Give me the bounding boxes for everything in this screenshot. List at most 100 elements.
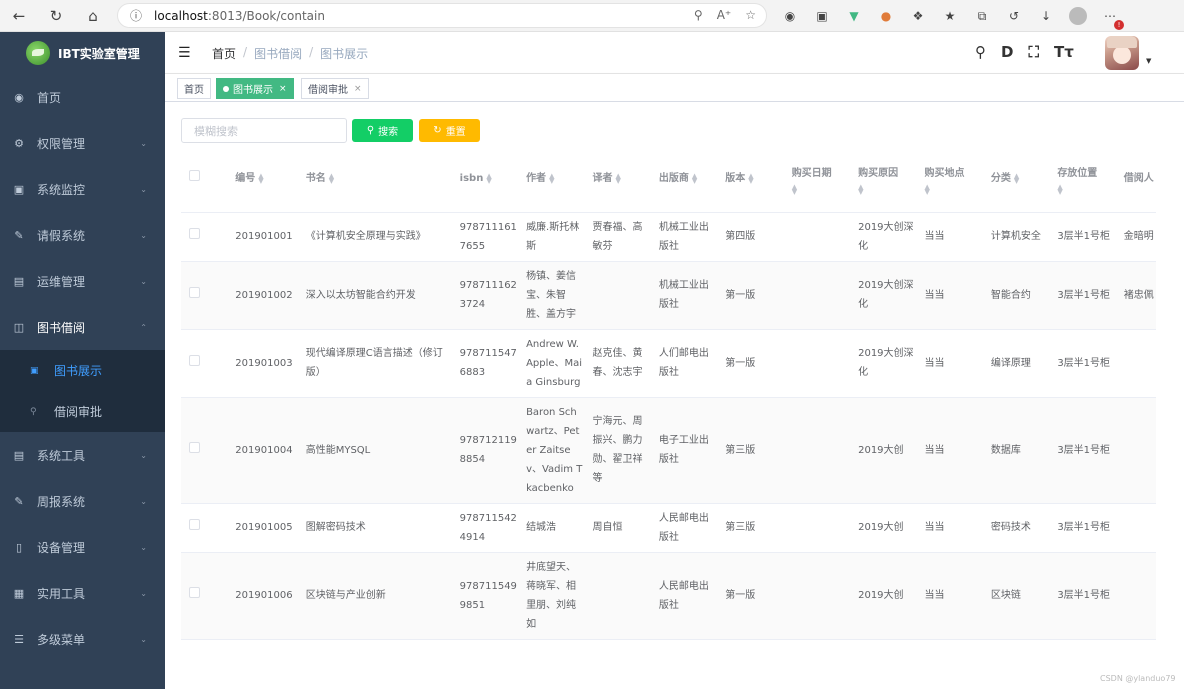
table-row[interactable]: 201901004 高性能MYSQL 9787121198854 Baron Schw… — [181, 397, 1156, 504]
sidebar-item-monitor[interactable]: ▣ 系统监控 ⌄ — [0, 166, 165, 212]
column-header[interactable]: 分类 ▲ ▼ — [984, 146, 1052, 213]
fullscreen-icon[interactable]: ⛶ — [1028, 43, 1039, 61]
lock-icon: ⚲ — [30, 406, 37, 417]
collections-icon[interactable]: ⧉ — [972, 6, 992, 26]
extension-icon[interactable]: ▣ — [812, 6, 832, 26]
extension-icon[interactable]: ● — [876, 6, 896, 26]
address-bar[interactable]: ⓘ localhost:8013/Book/contain ⚲ A⁺ ☆ — [117, 3, 767, 28]
user-avatar[interactable] — [1105, 36, 1139, 70]
extension-icon[interactable]: ◉ — [780, 6, 800, 26]
tag-borrow-approval[interactable]: 借阅审批 × — [301, 78, 369, 99]
table-cell: 201901006 — [229, 552, 300, 640]
sidebar-item-multilevel[interactable]: ☰ 多级菜单 ⌄ — [0, 616, 165, 662]
breadcrumb: 首页 / 图书借阅 / 图书展示 — [212, 45, 368, 62]
doc-icon[interactable]: D — [1001, 43, 1013, 61]
table-row[interactable]: 201901003 现代编译原理C语言描述（修订版） 9787115476883 An… — [181, 329, 1156, 398]
font-size-icon[interactable]: Tτ — [1054, 43, 1074, 61]
dashboard-icon: ◉ — [14, 90, 24, 104]
info-icon[interactable]: ⓘ — [130, 7, 142, 24]
download-icon[interactable]: ↓ — [1036, 6, 1056, 26]
sidebar-item-leave[interactable]: ✎ 请假系统 ⌄ — [0, 212, 165, 258]
table-cell: 机械工业出版社 — [652, 261, 720, 330]
history-icon[interactable]: ↺ — [1004, 6, 1024, 26]
more-icon[interactable]: ⋯! — [1100, 6, 1124, 30]
reset-button[interactable]: ↻ 重置 — [419, 119, 480, 142]
back-icon[interactable]: ← — [4, 1, 34, 31]
breadcrumb-separator: / — [243, 45, 248, 59]
search-button[interactable]: ⚲ 搜索 — [352, 119, 413, 142]
caret-down-icon[interactable]: ▼ — [1146, 57, 1151, 65]
app-logo[interactable]: IBT实验室管理 — [0, 32, 165, 74]
close-icon[interactable]: × — [354, 84, 362, 94]
server-icon: ▤ — [13, 274, 25, 288]
sidebar-item-label: 多级菜单 — [37, 632, 86, 647]
sidebar-item-tools[interactable]: ▤ 系统工具 ⌄ — [0, 432, 165, 478]
row-checkbox[interactable] — [181, 552, 230, 640]
column-header[interactable]: 译者 ▲ ▼ — [586, 146, 653, 213]
column-header[interactable]: 版本 ▲ ▼ — [719, 146, 786, 213]
vue-devtools-icon[interactable]: ▼ — [844, 6, 864, 26]
sidebar-item-borrow-approval[interactable]: ⚲ 借阅审批 — [0, 391, 165, 432]
column-header[interactable]: 编号 ▲ ▼ — [229, 146, 300, 213]
sidebar-item-books[interactable]: ◫ 图书借阅 ⌃ — [0, 304, 165, 350]
sidebar-item-weekly[interactable]: ✎ 周报系统 ⌄ — [0, 478, 165, 524]
read-aloud-icon[interactable]: A⁺ — [717, 8, 732, 22]
home-icon[interactable]: ⌂ — [78, 1, 108, 31]
profile-icon[interactable] — [1068, 6, 1088, 26]
chevron-down-icon: ⌄ — [140, 634, 147, 644]
column-header[interactable]: 存放位置 ▲ ▼ — [1051, 146, 1118, 213]
table-cell: 3层半1号柜 — [1051, 261, 1118, 330]
edit-icon: ✎ — [14, 494, 24, 508]
table-row[interactable]: 201901006 区块链与产业创新 9787115499851 井底望天、蒋晓军、相… — [181, 552, 1156, 640]
sidebar-item-label: 运维管理 — [37, 274, 86, 289]
column-header[interactable]: 出版商 ▲ ▼ — [652, 146, 720, 213]
tag-book-display[interactable]: 图书展示 × — [216, 78, 294, 99]
column-header[interactable]: 购买地点 ▲ ▼ — [918, 146, 985, 213]
table-row[interactable]: 201901005 图解密码技术 9787115424914 结城浩 周自恒 人民邮电出版… — [181, 503, 1156, 553]
column-header[interactable]: 购买原因 ▲ ▼ — [852, 146, 919, 213]
table-cell: 201901001 — [229, 212, 300, 262]
table-row[interactable]: 201901001 《计算机安全原理与实践》 9787111617655 威廉.斯托林… — [181, 212, 1156, 262]
search-input[interactable]: 模糊搜索 — [181, 118, 347, 143]
leaf-logo-icon — [26, 41, 50, 65]
active-dot-icon — [223, 85, 229, 92]
sidebar-item-permissions[interactable]: ⚙ 权限管理 ⌄ — [0, 120, 165, 166]
select-all-checkbox[interactable] — [181, 146, 230, 213]
sidebar-item-home[interactable]: ◉ 首页 — [0, 74, 165, 120]
row-checkbox[interactable] — [181, 212, 230, 262]
table-row[interactable]: 201901002 深入以太坊智能合约开发 9787111623724 杨镇、姜信宝、… — [181, 261, 1156, 330]
table-cell: 2019大创 — [852, 552, 919, 640]
refresh-icon[interactable]: ↻ — [41, 1, 71, 31]
sidebar-item-devices[interactable]: ▯ 设备管理 ⌄ — [0, 524, 165, 570]
table-cell: 201901004 — [229, 397, 300, 504]
sidebar-item-utilities[interactable]: ▦ 实用工具 ⌄ — [0, 570, 165, 616]
sidebar-item-ops[interactable]: ▤ 运维管理 ⌄ — [0, 258, 165, 304]
row-checkbox[interactable] — [181, 261, 230, 330]
tag-home[interactable]: 首页 — [177, 78, 211, 99]
column-header[interactable]: 购买日期 ▲ ▼ — [785, 146, 853, 213]
sidebar-item-book-display[interactable]: ▣ 图书展示 — [0, 350, 165, 391]
column-header[interactable]: 书名 ▲ ▼ — [299, 146, 454, 213]
sidebar-item-label: 设备管理 — [37, 540, 86, 555]
table-cell — [1117, 397, 1156, 504]
search-icon[interactable]: ⚲ — [975, 43, 986, 61]
key-icon[interactable]: ⚲ — [694, 8, 703, 22]
row-checkbox[interactable] — [181, 503, 230, 553]
favorites-icon[interactable]: ★ — [940, 6, 960, 26]
puzzle-icon[interactable]: ❖ — [908, 6, 928, 26]
chevron-down-icon: ⌄ — [140, 184, 147, 194]
tag-label: 借阅审批 — [308, 85, 348, 96]
row-checkbox[interactable] — [181, 329, 230, 398]
sort-icon: ▲ ▼ — [791, 182, 798, 196]
table-cell: 当当 — [918, 329, 985, 398]
row-checkbox[interactable] — [181, 397, 230, 504]
close-icon[interactable]: × — [279, 84, 287, 94]
hamburger-icon[interactable]: ☰ — [178, 45, 191, 61]
breadcrumb-home[interactable]: 首页 — [212, 45, 236, 62]
table-cell: 3层半1号柜 — [1051, 212, 1118, 262]
column-header[interactable]: isbn ▲ ▼ — [453, 146, 521, 213]
table-cell: 3层半1号柜 — [1051, 503, 1118, 553]
column-header[interactable]: 作者 ▲ ▼ — [520, 146, 587, 213]
sidebar-item-label: 实用工具 — [37, 586, 86, 601]
favorite-add-icon[interactable]: ☆ — [745, 8, 756, 22]
